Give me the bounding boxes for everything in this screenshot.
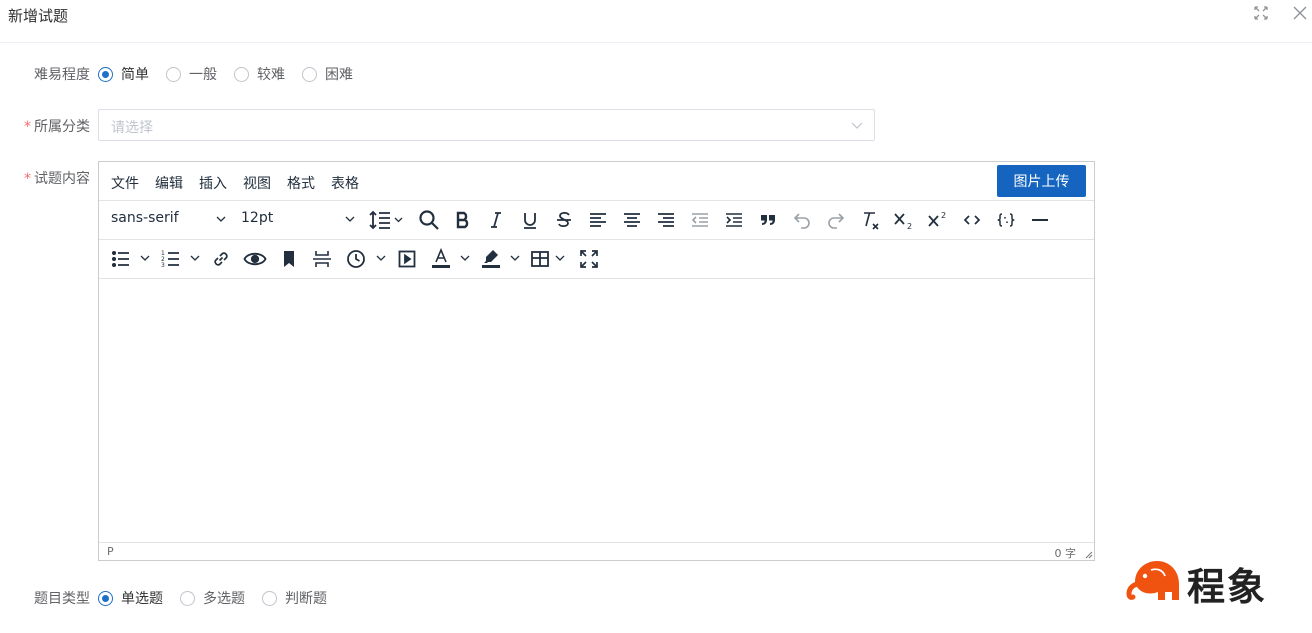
- editor-statusbar: P 0 字: [99, 542, 1094, 560]
- font-size-select[interactable]: 12pt: [241, 210, 273, 226]
- bullet-list-icon[interactable]: [109, 247, 133, 271]
- underline-icon[interactable]: [518, 208, 542, 232]
- superscript-icon[interactable]: 2: [926, 208, 950, 232]
- svg-text:2: 2: [907, 222, 912, 230]
- dialog-header: 新增试题: [0, 0, 1312, 43]
- chevron-down-icon[interactable]: [509, 252, 521, 264]
- content-label: * 试题内容: [24, 171, 90, 187]
- question-type-single[interactable]: 单选题: [98, 588, 163, 608]
- chevron-down-icon[interactable]: [215, 213, 227, 225]
- radio-dot: [98, 590, 113, 606]
- subscript-icon[interactable]: 2: [892, 208, 916, 232]
- align-center-icon[interactable]: [620, 208, 644, 232]
- svg-text:3: 3: [161, 262, 165, 269]
- horizontal-rule-icon[interactable]: [1028, 208, 1052, 232]
- menu-view[interactable]: 视图: [243, 173, 271, 193]
- question-type-label: 题目类型: [34, 591, 90, 607]
- brand-name: 程象: [1187, 565, 1268, 609]
- chevron-down-icon[interactable]: [459, 252, 471, 264]
- outdent-icon[interactable]: [688, 208, 712, 232]
- radio-dot: [302, 66, 317, 82]
- category-placeholder: 请选择: [111, 120, 153, 136]
- radio-dot: [234, 66, 249, 82]
- media-play-icon[interactable]: [395, 247, 419, 271]
- clear-format-icon[interactable]: [858, 208, 882, 232]
- table-icon[interactable]: [528, 247, 552, 271]
- clock-icon[interactable]: [344, 247, 368, 271]
- italic-icon[interactable]: [484, 208, 508, 232]
- line-height-icon[interactable]: [369, 208, 405, 232]
- editor-menubar: 文件 编辑 插入 视图 格式 表格 图片上传: [99, 162, 1094, 201]
- blockquote-icon[interactable]: [756, 208, 780, 232]
- difficulty-label: 难易程度: [34, 67, 90, 83]
- fullscreen-icon[interactable]: [577, 247, 601, 271]
- editor-toolbar-secondary: 123: [99, 240, 1094, 279]
- word-count: 0 字: [1054, 547, 1077, 560]
- bold-icon[interactable]: [451, 208, 475, 232]
- chevron-down-icon[interactable]: [344, 213, 356, 225]
- code-sample-icon[interactable]: [994, 208, 1018, 232]
- question-type-judge[interactable]: 判断题: [262, 588, 327, 608]
- search-icon[interactable]: [417, 208, 441, 232]
- align-right-icon[interactable]: [654, 208, 678, 232]
- radio-dot: [180, 590, 195, 606]
- difficulty-option-very-hard[interactable]: 困难: [302, 64, 353, 84]
- text-color-icon[interactable]: [429, 247, 453, 271]
- category-select[interactable]: 请选择: [98, 109, 875, 141]
- image-upload-button[interactable]: 图片上传: [997, 165, 1086, 197]
- font-family-select[interactable]: sans-serif: [111, 210, 179, 226]
- difficulty-option-normal[interactable]: 一般: [166, 64, 217, 84]
- rich-text-editor: 文件 编辑 插入 视图 格式 表格 图片上传 sans-serif 12pt 2…: [98, 161, 1095, 561]
- radio-dot: [98, 66, 113, 82]
- chevron-down-icon: [850, 118, 864, 132]
- strikethrough-icon[interactable]: [552, 208, 576, 232]
- menu-format[interactable]: 格式: [287, 173, 315, 193]
- bookmark-icon[interactable]: [277, 247, 301, 271]
- editor-content-area[interactable]: [99, 279, 1094, 542]
- svg-text:2: 2: [941, 211, 946, 220]
- menu-file[interactable]: 文件: [111, 173, 139, 193]
- highlight-color-icon[interactable]: [479, 247, 503, 271]
- page-break-icon[interactable]: [310, 247, 334, 271]
- link-icon[interactable]: [209, 247, 233, 271]
- close-icon[interactable]: [1291, 4, 1309, 22]
- code-icon[interactable]: [960, 208, 984, 232]
- chevron-down-icon[interactable]: [139, 252, 151, 264]
- align-left-icon[interactable]: [586, 208, 610, 232]
- expand-icon[interactable]: [1252, 4, 1270, 22]
- menu-edit[interactable]: 编辑: [155, 173, 183, 193]
- chevron-down-icon[interactable]: [189, 252, 201, 264]
- redo-icon[interactable]: [824, 208, 848, 232]
- category-label: * 所属分类: [24, 119, 90, 135]
- chevron-down-icon[interactable]: [375, 252, 387, 264]
- chevron-down-icon[interactable]: [554, 252, 566, 264]
- menu-insert[interactable]: 插入: [199, 173, 227, 193]
- element-path[interactable]: P: [107, 545, 114, 558]
- numbered-list-icon[interactable]: 123: [159, 247, 183, 271]
- preview-eye-icon[interactable]: [242, 247, 268, 271]
- indent-icon[interactable]: [722, 208, 746, 232]
- question-type-multiple[interactable]: 多选题: [180, 588, 245, 608]
- undo-icon[interactable]: [790, 208, 814, 232]
- resize-handle-icon[interactable]: [1083, 549, 1093, 559]
- difficulty-option-hard[interactable]: 较难: [234, 64, 285, 84]
- radio-dot: [262, 590, 277, 606]
- editor-toolbar-primary: sans-serif 12pt 2 2: [99, 201, 1094, 240]
- elephant-logo-icon: [1125, 560, 1181, 608]
- menu-table[interactable]: 表格: [331, 173, 359, 193]
- brand-logo: 程象: [1125, 556, 1267, 611]
- radio-dot: [166, 66, 181, 82]
- dialog-title: 新增试题: [8, 7, 69, 25]
- difficulty-option-easy[interactable]: 简单: [98, 64, 149, 84]
